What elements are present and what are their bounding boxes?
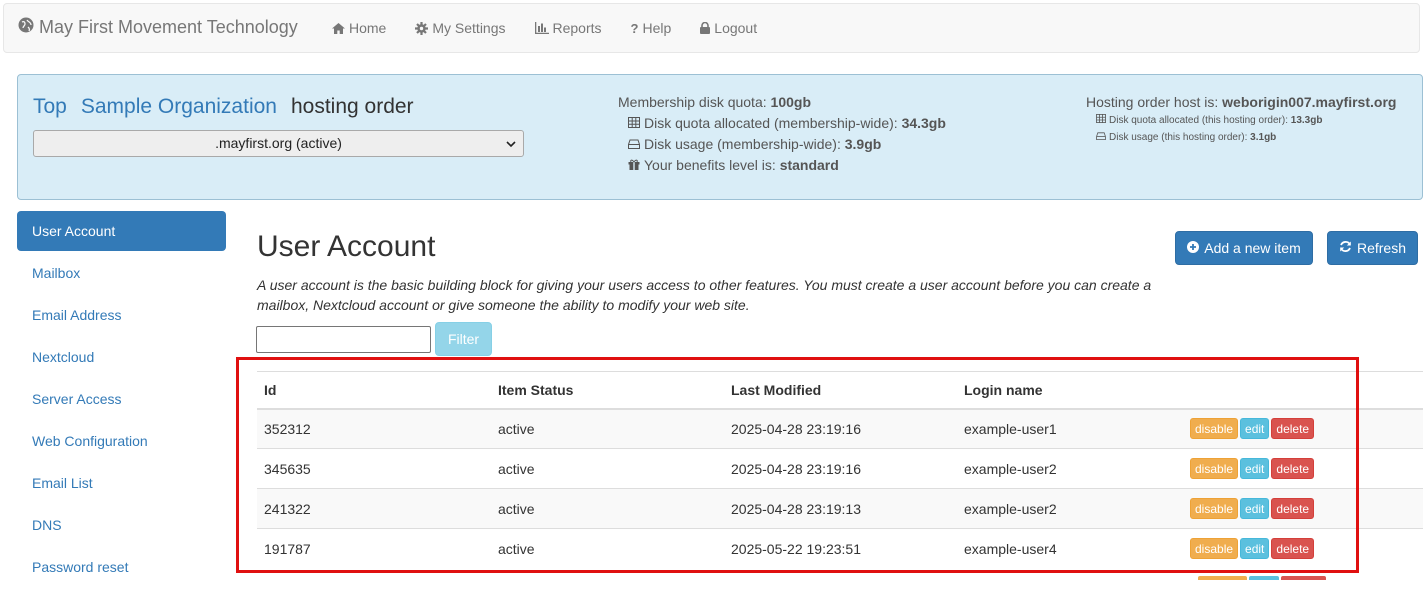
nav-reports-label: Reports [552, 20, 602, 36]
top-navbar: May First Movement Technology Home My Se… [3, 3, 1420, 53]
breadcrumb-current: hosting order [290, 95, 414, 118]
sidebar-item-password-reset[interactable]: Password reset [17, 547, 226, 587]
membership-quota-info: Membership disk quota: 100gb Disk quota … [618, 92, 946, 176]
lock-icon [700, 22, 711, 34]
filter-input[interactable] [256, 326, 431, 353]
benefits-label: Your benefits level is: [644, 157, 780, 173]
bar-chart-icon [534, 22, 549, 34]
next-row-edit-button-peek[interactable] [1249, 576, 1279, 580]
sidebar-item-dns[interactable]: DNS [17, 505, 226, 545]
highlight-annotation-box [236, 357, 1359, 573]
host-allocated-label: Disk quota allocated (this hosting order… [1109, 115, 1291, 126]
gift-icon [628, 155, 640, 176]
hosting-order-panel: Top Sample Organization hosting order .m… [17, 74, 1423, 200]
usage-value: 3.9gb [844, 136, 882, 152]
globe-icon [18, 17, 34, 38]
allocated-value: 34.3gb [901, 115, 946, 131]
host-value: weborigin007.mayfirst.org [1222, 94, 1397, 110]
next-row-delete-button-peek[interactable] [1281, 576, 1326, 580]
allocated-label: Disk quota allocated (membership-wide): [644, 115, 902, 131]
next-row-disable-button-peek[interactable] [1198, 576, 1247, 580]
sidebar-item-user-account[interactable]: User Account [17, 211, 226, 251]
brand[interactable]: May First Movement Technology [18, 17, 298, 38]
home-icon [332, 22, 345, 34]
page-description: A user account is the basic building blo… [257, 277, 1152, 313]
hosting-order-select-value: .mayfirst.org (active) [215, 135, 342, 151]
add-new-item-button[interactable]: Add a new item [1175, 231, 1313, 265]
hosting-order-select[interactable]: .mayfirst.org (active) [33, 130, 524, 157]
chevron-down-icon [506, 131, 516, 156]
nav-help[interactable]: ? Help [631, 20, 672, 36]
sidebar-item-server-access[interactable]: Server Access [17, 379, 226, 419]
nav-my-settings-label: My Settings [432, 20, 506, 36]
hard-drive-icon [1096, 129, 1106, 146]
refresh-button[interactable]: Refresh [1327, 231, 1418, 265]
nav-logout-label: Logout [714, 20, 758, 36]
nav-help-label: Help [642, 20, 672, 36]
sidebar-item-web-configuration[interactable]: Web Configuration [17, 421, 226, 461]
nav-logout[interactable]: Logout [700, 20, 757, 36]
refresh-icon [1339, 240, 1352, 256]
question-icon: ? [630, 20, 639, 36]
gear-icon [415, 21, 429, 35]
nav-reports[interactable]: Reports [534, 20, 602, 36]
nav-home-label: Home [349, 20, 387, 36]
filter-button[interactable]: Filter [435, 322, 492, 356]
quota-label: Membership disk quota: [618, 94, 771, 110]
sidebar-nav: User Account Mailbox Email Address Nextc… [17, 211, 226, 589]
breadcrumb-organization-link[interactable]: Sample Organization [81, 95, 277, 119]
sidebar-item-mailbox[interactable]: Mailbox [17, 253, 226, 293]
breadcrumb: Top Sample Organization hosting order [33, 95, 414, 119]
breadcrumb-top-link[interactable]: Top [33, 95, 67, 119]
plus-circle-icon [1187, 240, 1200, 256]
brand-label: May First Movement Technology [39, 17, 298, 37]
host-info: Hosting order host is: weborigin007.mayf… [1086, 92, 1396, 146]
host-allocated-value: 13.3gb [1290, 115, 1323, 126]
host-usage-value: 3.1gb [1250, 132, 1277, 143]
table-icon [628, 113, 640, 134]
page-title: User Account [257, 230, 436, 263]
table-icon [1096, 112, 1106, 129]
sidebar-item-email-list[interactable]: Email List [17, 463, 226, 503]
hard-drive-icon [628, 134, 640, 155]
benefits-value: standard [779, 157, 839, 173]
quota-value: 100gb [770, 94, 811, 110]
host-label: Hosting order host is: [1086, 94, 1223, 110]
sidebar-item-email-address[interactable]: Email Address [17, 295, 226, 335]
add-new-item-label: Add a new item [1204, 240, 1301, 256]
nav-home[interactable]: Home [332, 20, 386, 36]
usage-label: Disk usage (membership-wide): [644, 136, 845, 152]
host-usage-label: Disk usage (this hosting order): [1109, 132, 1251, 143]
refresh-label: Refresh [1356, 240, 1407, 256]
sidebar-item-nextcloud[interactable]: Nextcloud [17, 337, 226, 377]
nav-my-settings[interactable]: My Settings [415, 20, 506, 36]
